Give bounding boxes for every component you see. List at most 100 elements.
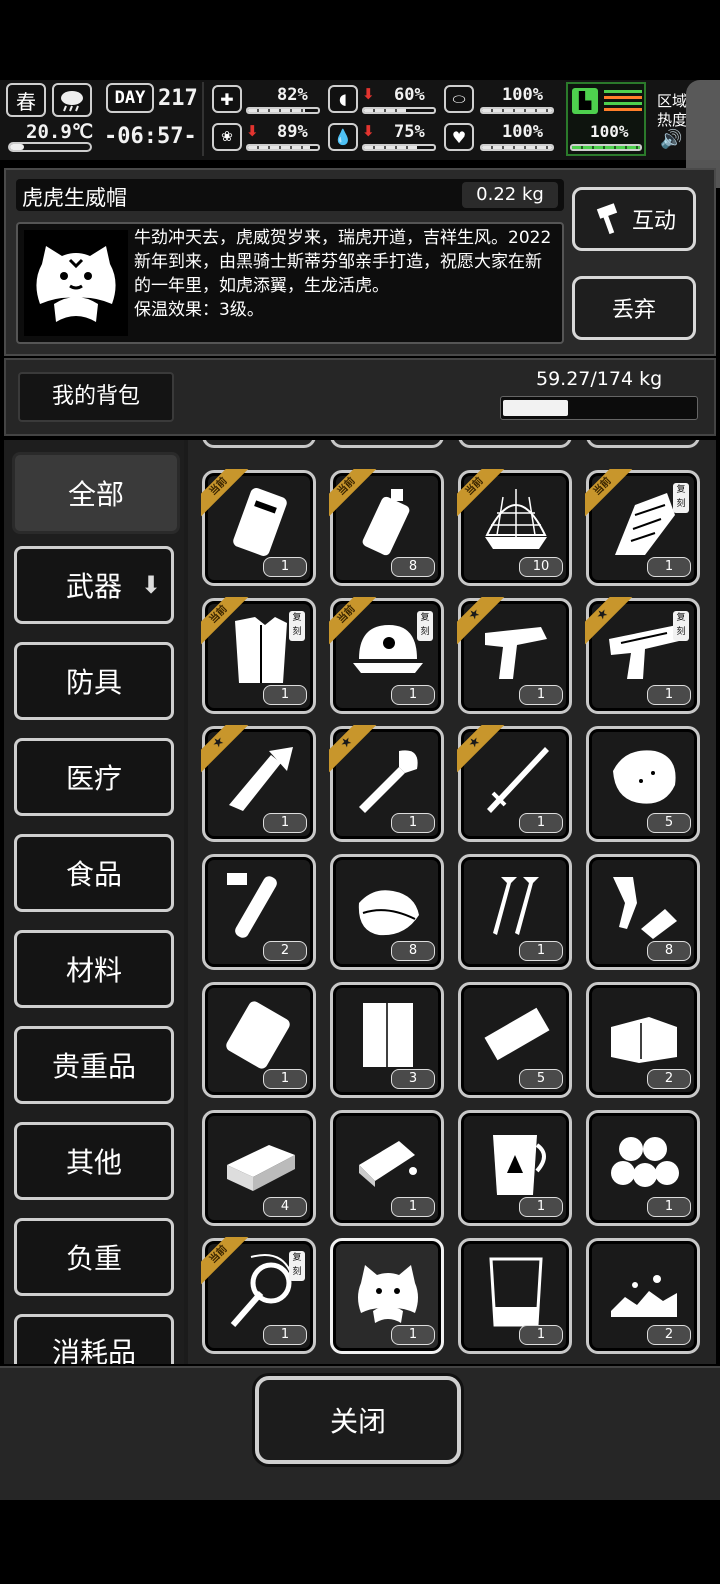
armor-bar (480, 107, 554, 114)
inventory-slot-gloves[interactable]: 当前 复刻 1 (585, 469, 700, 586)
item-count: 4 (263, 1197, 307, 1217)
inventory-slot-beaker[interactable]: 1 (458, 1238, 572, 1354)
backpack-title: 我的背包 (18, 372, 174, 422)
stomach-icon: ◖ (328, 85, 358, 113)
category-label: 贵重品 (51, 1050, 136, 1083)
bandage-icon (221, 997, 299, 1071)
tiger-hat-icon (24, 230, 128, 336)
test-tube-icon (221, 869, 299, 943)
replica-tag: 复刻 (673, 483, 689, 513)
jug-icon (477, 1125, 555, 1199)
category-valuables[interactable]: 贵重品 (14, 1026, 174, 1104)
category-other[interactable]: 其他 (14, 1122, 174, 1200)
category-materials[interactable]: 材料 (14, 930, 174, 1008)
backpack-weight: 59.27/174 kg (536, 368, 663, 390)
meat-icon (605, 741, 683, 815)
item-count: 1 (647, 685, 691, 705)
water-bar (362, 144, 436, 151)
replica-tag: 复刻 (289, 1251, 305, 1281)
inventory-slot-tiger-hat[interactable]: 1 (330, 1238, 444, 1354)
category-all[interactable]: 全部 (12, 452, 180, 534)
category-label: 负重 (65, 1242, 122, 1275)
item-count: 8 (391, 557, 435, 577)
inventory-slot-katana[interactable]: ★ 1 (457, 725, 572, 842)
inventory-slot-whip[interactable]: 当前 复刻 1 (201, 1237, 316, 1354)
balls-icon (605, 1125, 683, 1199)
stamina-stripes (604, 90, 642, 112)
item-count: 1 (391, 685, 435, 705)
inventory-slot-paper[interactable]: 3 (330, 982, 444, 1098)
inventory-slot-brick[interactable]: 4 (202, 1110, 316, 1226)
inventory-slot-pistol[interactable]: ★ 复刻 1 (585, 597, 700, 714)
inventory-slot-armor-plate[interactable]: 当前 1 (201, 469, 316, 586)
discard-label: 丢弃 (611, 298, 656, 323)
inventory-slot-bread[interactable]: 1 (330, 1110, 444, 1226)
item-description-box: 牛劲冲天去，虎威贺岁来，瑞虎开道，吉祥生风。2022新年到来，由黑骑士斯蒂芬邹亲… (16, 222, 564, 344)
item-effect-text: 保温效果：3级。 (134, 300, 264, 320)
item-description-text: 牛劲冲天去，虎威贺岁来，瑞虎开道，吉祥生风。2022新年到来，由黑骑士斯蒂芬邹亲… (134, 228, 552, 296)
speaker-icon[interactable]: 🔊 (660, 129, 682, 150)
star-ribbon: ★ (201, 725, 251, 775)
day-label: DAY (114, 88, 146, 108)
backpack-weight-fill (503, 400, 568, 416)
item-count: 8 (391, 941, 435, 961)
inventory-slot-balls[interactable]: 1 (586, 1110, 700, 1226)
weather-icon (52, 83, 92, 117)
inventory-slot-sheet[interactable]: 2 (586, 982, 700, 1098)
inventory-slot-bandage[interactable]: 1 (202, 982, 316, 1098)
item-count: 1 (519, 685, 563, 705)
tiger-hat-icon (349, 1253, 427, 1327)
current-ribbon: 当前 (201, 1237, 251, 1287)
clock-text: -06:57- (104, 124, 197, 149)
inventory-slot-meat[interactable]: 5 (586, 726, 700, 842)
stamina-bar (570, 144, 642, 151)
health-value: 82% (277, 85, 308, 105)
stomach-down-arrow: ⬇ (362, 85, 375, 103)
discard-button[interactable]: 丢弃 (572, 276, 696, 340)
bread-icon (349, 1125, 427, 1199)
inventory-slot-test-tube[interactable]: 2 (202, 854, 316, 970)
sheet-icon (605, 997, 683, 1071)
item-header: 虎虎生威帽 0.22 kg (16, 179, 564, 211)
category-medical[interactable]: 医疗 (14, 738, 174, 816)
inventory-slot-jug[interactable]: 1 (458, 1110, 572, 1226)
item-count: 1 (263, 557, 307, 577)
inventory-slot-knife[interactable]: ★ 1 (201, 725, 316, 842)
brain-value: 89% (277, 122, 308, 142)
inventory-slot-screws[interactable]: 1 (458, 854, 572, 970)
category-armor[interactable]: 防具 (14, 642, 174, 720)
water-drop-icon: 💧 (328, 123, 358, 151)
current-ribbon: 当前 (329, 597, 379, 647)
inventory-slot-taser[interactable]: ★ 1 (457, 597, 572, 714)
star-ribbon: ★ (585, 597, 635, 647)
category-food[interactable]: 食品 (14, 834, 174, 912)
inventory-slot-wire[interactable]: 8 (586, 854, 700, 970)
category-label: 材料 (65, 954, 122, 987)
inventory-slot-cloth[interactable]: 8 (330, 854, 444, 970)
inventory-slot-rubble[interactable]: 2 (586, 1238, 700, 1354)
inventory-slot-shovel[interactable]: ★ 1 (329, 725, 444, 842)
boot-icon: ▙ (572, 88, 598, 114)
category-label: 消耗品 (51, 1336, 136, 1364)
close-button[interactable]: 关闭 (255, 1376, 461, 1464)
star-ribbon: ★ (457, 597, 507, 647)
stomach-bar (362, 107, 436, 114)
item-count: 1 (519, 1325, 563, 1345)
interact-button[interactable]: 互动 (572, 187, 696, 251)
item-count: 1 (391, 1197, 435, 1217)
inventory-slot-water-bottle[interactable]: 当前 8 (329, 469, 444, 586)
category-consumables[interactable]: 消耗品 (14, 1314, 174, 1364)
item-count: 5 (647, 813, 691, 833)
inventory-slot-coat[interactable]: 当前 复刻 1 (201, 597, 316, 714)
item-count: 1 (519, 1197, 563, 1217)
inventory-slot-net[interactable]: 当前 10 (457, 469, 572, 586)
category-label: 其他 (65, 1146, 122, 1179)
inventory-slot-bar[interactable]: 5 (458, 982, 572, 1098)
inventory-slot-cap[interactable]: 当前 复刻 1 (329, 597, 444, 714)
category-weapons[interactable]: 武器 ⬇ (14, 546, 174, 624)
item-count: 2 (263, 941, 307, 961)
category-label: 武器 (65, 570, 122, 603)
item-count: 8 (647, 941, 691, 961)
category-label: 防具 (65, 666, 122, 699)
category-load[interactable]: 负重 (14, 1218, 174, 1296)
